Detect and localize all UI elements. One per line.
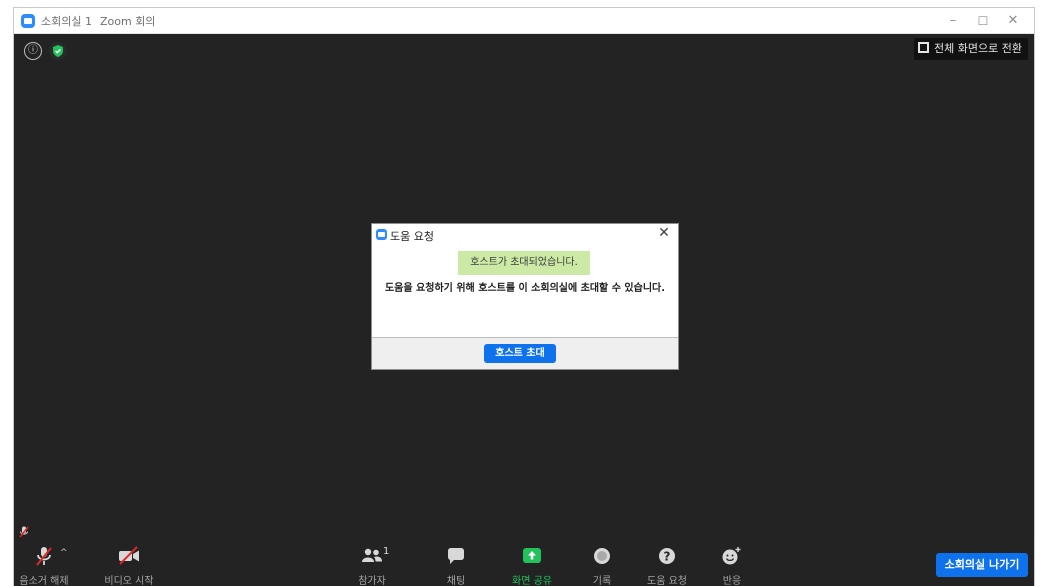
meeting-toolbar: ^ 음소거 해제 비디오 시작 1 참가자 채팅 화면 공유 기록 ? 도움 요… xyxy=(14,536,1034,586)
host-invited-notice: 호스트가 초대되었습니다. xyxy=(458,251,590,275)
record-label: 기록 xyxy=(592,576,612,586)
invite-host-button[interactable]: 호스트 초대 xyxy=(484,344,556,363)
question-mark-icon: ? xyxy=(659,548,675,564)
zoom-logo-icon xyxy=(21,14,35,28)
chat-button[interactable]: 채팅 xyxy=(436,546,476,586)
participant-count: 1 xyxy=(383,546,390,557)
zoom-logo-icon xyxy=(376,229,387,240)
dialog-close-button[interactable]: ✕ xyxy=(656,225,672,241)
ask-for-help-dialog: 도움 요청 ✕ 호스트가 초대되었습니다. 도움을 요청하기 위해 호스트를 이… xyxy=(371,223,679,370)
participants-icon xyxy=(362,548,382,562)
dialog-footer: 호스트 초대 xyxy=(372,337,678,369)
share-screen-button[interactable]: 화면 공유 xyxy=(504,546,560,586)
reactions-button[interactable]: 반응 xyxy=(712,546,752,586)
chat-icon xyxy=(448,548,464,564)
minimize-button[interactable]: – xyxy=(938,10,968,32)
ask-for-help-button[interactable]: ? 도움 요청 xyxy=(642,546,692,586)
dialog-title: 도움 요청 xyxy=(390,230,434,243)
reactions-label: 반응 xyxy=(722,576,742,586)
window-title-app: Zoom 회의 xyxy=(99,15,156,28)
start-video-label: 비디오 시작 xyxy=(104,576,154,586)
fullscreen-button[interactable]: 전체 화면으로 전환 xyxy=(914,38,1028,60)
participants-button[interactable]: 1 참가자 xyxy=(347,546,397,586)
audio-options-caret-icon[interactable]: ^ xyxy=(60,548,68,558)
chat-label: 채팅 xyxy=(446,576,466,586)
title-bar: 소회의실 1 Zoom 회의 – ☐ ✕ xyxy=(14,8,1034,34)
share-screen-label: 화면 공유 xyxy=(512,576,552,586)
maximize-button[interactable]: ☐ xyxy=(968,10,998,32)
leave-breakout-room-button[interactable]: 소회의실 나가기 xyxy=(936,553,1028,577)
record-button[interactable]: 기록 xyxy=(582,546,622,586)
participants-label: 참가자 xyxy=(358,576,386,586)
encryption-shield-icon[interactable] xyxy=(49,42,67,60)
window-title: 소회의실 1 Zoom 회의 xyxy=(41,13,155,29)
info-icon[interactable]: ⓘ xyxy=(24,42,42,60)
ask-for-help-label: 도움 요청 xyxy=(647,576,687,586)
start-video-button[interactable]: 비디오 시작 xyxy=(100,546,158,586)
fullscreen-icon xyxy=(918,42,930,53)
video-off-icon xyxy=(119,546,139,565)
svg-text:?: ? xyxy=(664,550,671,564)
microphone-muted-icon xyxy=(36,547,52,566)
zoom-meeting-window: 소회의실 1 Zoom 회의 – ☐ ✕ ⓘ 전체 화면으로 전환 도움 요청 ✕… xyxy=(13,7,1035,586)
unmute-label: 음소거 해제 xyxy=(19,576,69,586)
unmute-button[interactable]: ^ 음소거 해제 xyxy=(14,546,74,586)
muted-mic-indicator-icon xyxy=(19,523,29,538)
fullscreen-label: 전체 화면으로 전환 xyxy=(934,42,1022,55)
share-screen-icon xyxy=(523,548,541,563)
window-title-room: 소회의실 1 xyxy=(41,15,92,28)
close-window-button[interactable]: ✕ xyxy=(998,10,1028,32)
dialog-message: 도움을 요청하기 위해 호스트를 이 소회의실에 초대할 수 있습니다. xyxy=(384,283,666,294)
record-icon xyxy=(594,548,610,564)
reaction-emoji-icon xyxy=(722,547,741,565)
